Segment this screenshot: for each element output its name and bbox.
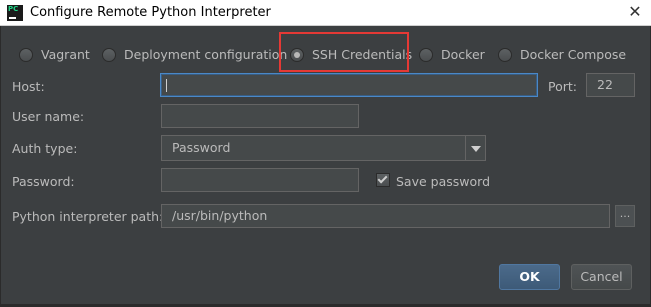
ok-button[interactable]: OK [499,264,560,290]
username-label: User name: [12,109,85,124]
close-icon[interactable]: ✕ [625,2,645,22]
radio-button-icon[interactable] [419,48,433,62]
password-input[interactable] [161,168,359,192]
title-bar: PC Configure Remote Python Interpreter ✕ [0,0,651,26]
host-label: Host: [12,79,45,94]
host-input[interactable] [160,73,538,97]
radio-button-icon[interactable] [102,48,116,62]
highlight-annotation-box [279,32,409,72]
dropdown-arrow-button[interactable] [465,136,485,160]
save-password-checkbox[interactable] [376,173,390,187]
port-label: Port: [548,79,577,94]
text-caret [166,79,167,92]
interpreter-path-input[interactable]: /usr/bin/python [161,204,610,228]
port-input[interactable]: 22 [586,73,635,97]
browse-button[interactable]: ... [615,205,635,227]
save-password-label[interactable]: Save password [396,174,490,189]
auth-type-dropdown[interactable]: Password [161,135,486,161]
radio-button-icon[interactable] [19,48,33,62]
app-icon-label: PC [8,5,19,13]
window-border-left [0,26,1,307]
radio-label: Docker [441,47,485,62]
auth-type-selected-value: Password [172,140,231,155]
radio-label: Docker Compose [520,47,627,62]
pycharm-app-icon: PC [7,5,23,21]
radio-label: Vagrant [41,47,90,62]
cancel-button[interactable]: Cancel [571,264,632,290]
port-value: 22 [597,77,613,92]
interpreter-path-value: /usr/bin/python [172,208,268,223]
radio-button-icon[interactable] [498,48,512,62]
username-input[interactable] [161,104,359,128]
checkmark-icon [377,173,388,184]
chevron-down-icon [471,146,481,152]
window-title: Configure Remote Python Interpreter [30,5,271,20]
password-label: Password: [12,174,75,189]
radio-label: Deployment configuration [124,47,288,62]
interpreter-path-label: Python interpreter path: [12,209,164,224]
auth-type-label: Auth type: [12,141,78,156]
